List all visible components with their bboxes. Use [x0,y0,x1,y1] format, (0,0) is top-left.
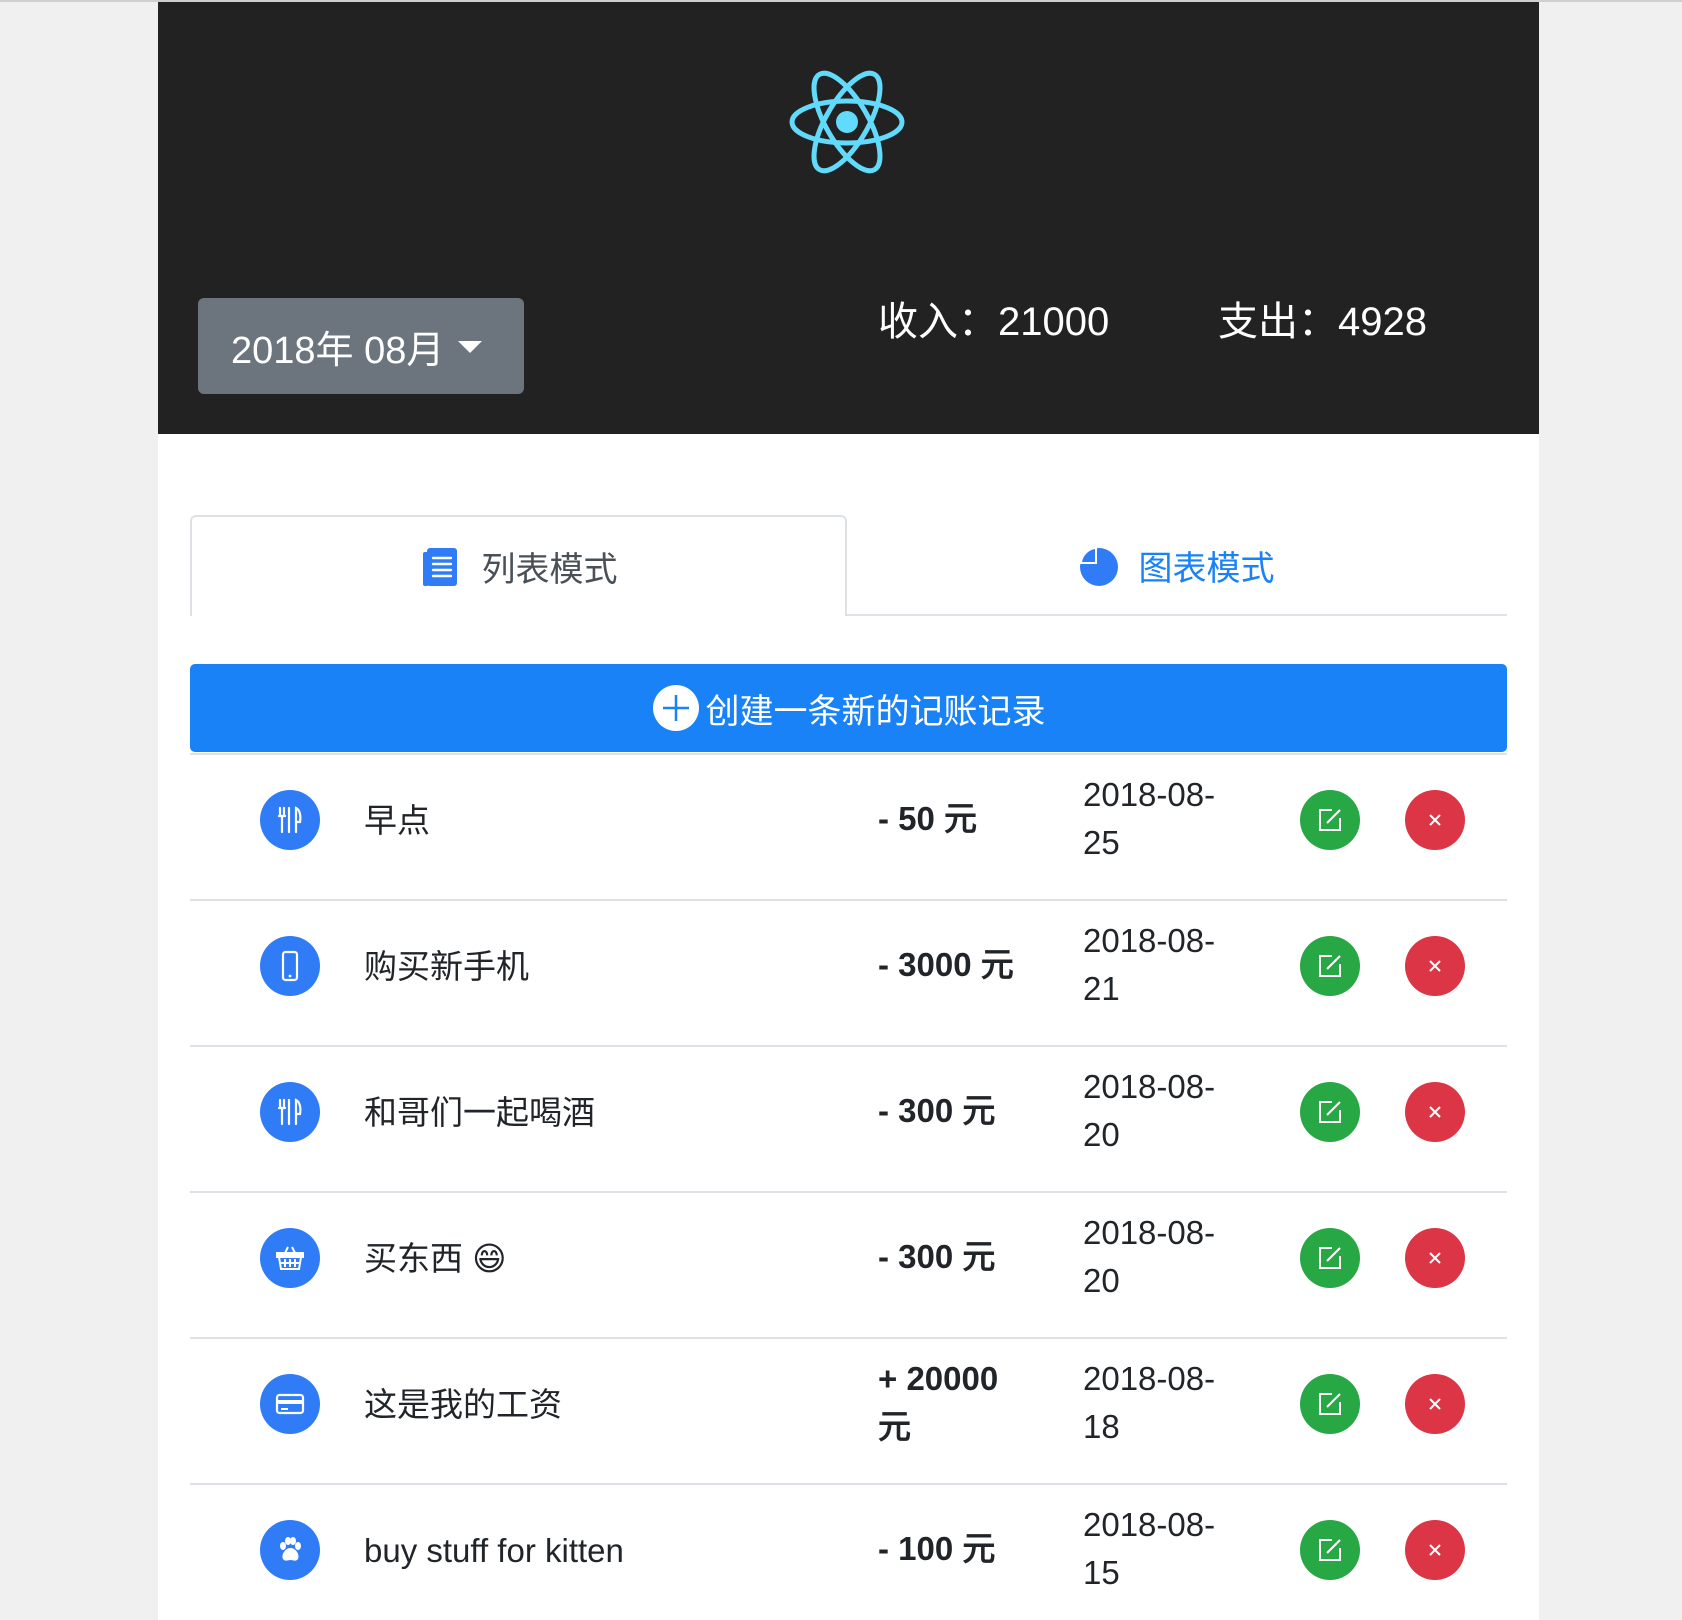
category-icon [260,790,320,850]
edit-icon [1319,1393,1341,1415]
category-icon [260,1082,320,1142]
record-date: 2018-08-18 [1083,1360,1216,1445]
delete-button[interactable] [1405,936,1465,996]
income-value: 21000 [998,300,1110,344]
record-date: 2018-08-20 [1083,1068,1216,1153]
month-selector-label: 2018年 08月 [231,329,445,372]
edit-button[interactable] [1300,936,1360,996]
delete-button[interactable] [1405,1374,1465,1434]
edit-icon [1319,1247,1341,1269]
tab-list-mode[interactable]: 列表模式 [190,515,847,616]
tab-chart-mode[interactable]: 图表模式 [847,515,1504,616]
delete-button[interactable] [1405,1228,1465,1288]
app-container: 2018年 08月 收入：21000 支出：4928 列表模式 图表模式 创建一… [158,2,1539,1620]
close-icon [1429,1106,1441,1118]
caret-down-icon [458,341,483,353]
close-icon [1429,960,1441,972]
list-item: 早点 - 50 元 2018-08-25 [190,753,1507,899]
plus-circle-icon [652,685,699,731]
card-icon [275,1393,305,1415]
category-icon [260,1520,320,1580]
create-record-button[interactable]: 创建一条新的记账记录 [190,664,1507,752]
record-date: 2018-08-15 [1083,1506,1216,1591]
list-item: 购买新手机 - 3000 元 2018-08-21 [190,899,1507,1045]
record-amount: - 300 元 [878,1092,996,1129]
react-logo-icon [789,70,905,174]
record-date: 2018-08-21 [1083,922,1216,1007]
list-item: 买东西 😄 - 300 元 2018-08-20 [190,1191,1507,1337]
edit-button[interactable] [1300,1082,1360,1142]
delete-button[interactable] [1405,790,1465,850]
record-title: 和哥们一起喝酒 [364,1094,595,1131]
edit-icon [1319,955,1341,977]
category-icon [260,1374,320,1434]
tab-list-mode-label: 列表模式 [481,551,618,589]
phone-icon [281,950,299,982]
expense-label: 支出： [1218,300,1338,344]
edit-icon [1319,809,1341,831]
edit-icon [1319,1539,1341,1561]
record-amount: - 50 元 [878,800,978,837]
record-amount: - 100 元 [878,1530,996,1567]
income-label: 收入： [878,300,998,344]
record-title: 买东西 😄 [364,1240,507,1277]
expense-summary: 支出：4928 [1218,298,1427,346]
edit-button[interactable] [1300,790,1360,850]
pie-chart-icon [1079,546,1118,586]
close-icon [1429,1398,1441,1410]
edit-button[interactable] [1300,1520,1360,1580]
restaurant-icon [277,1098,302,1126]
month-selector-button[interactable]: 2018年 08月 [198,298,524,394]
record-amount: + 20000 元 [878,1360,999,1445]
record-date: 2018-08-25 [1083,776,1216,861]
record-title: 这是我的工资 [364,1386,562,1423]
record-date: 2018-08-20 [1083,1214,1216,1299]
record-amount: - 300 元 [878,1238,996,1275]
create-record-label: 创建一条新的记账记录 [705,692,1046,731]
restaurant-icon [277,806,302,834]
close-icon [1429,814,1441,826]
record-amount: - 3000 元 [878,946,1014,983]
edit-icon [1319,1101,1341,1123]
delete-button[interactable] [1405,1520,1465,1580]
expense-value: 4928 [1338,300,1427,344]
record-title: 早点 [364,802,430,839]
paw-icon [280,1537,301,1561]
view-mode-tabs: 列表模式 图表模式 [190,515,1507,616]
list-icon [422,547,457,586]
record-title: buy stuff for kitten [364,1532,624,1569]
record-title: 购买新手机 [364,948,529,985]
tab-chart-mode-label: 图表模式 [1138,550,1275,588]
category-icon [260,1228,320,1288]
close-icon [1429,1252,1441,1264]
header: 2018年 08月 收入：21000 支出：4928 [158,2,1539,434]
record-list: 早点 - 50 元 2018-08-25 购买新手机 - 3000 元 2018… [190,753,1507,1620]
close-icon [1429,1544,1441,1556]
delete-button[interactable] [1405,1082,1465,1142]
edit-button[interactable] [1300,1374,1360,1434]
list-item: buy stuff for kitten - 100 元 2018-08-15 [190,1483,1507,1620]
category-icon [260,936,320,996]
basket-icon [276,1246,304,1270]
edit-button[interactable] [1300,1228,1360,1288]
list-item: 这是我的工资 + 20000 元 2018-08-18 [190,1337,1507,1483]
list-item: 和哥们一起喝酒 - 300 元 2018-08-20 [190,1045,1507,1191]
income-summary: 收入：21000 [878,298,1109,346]
